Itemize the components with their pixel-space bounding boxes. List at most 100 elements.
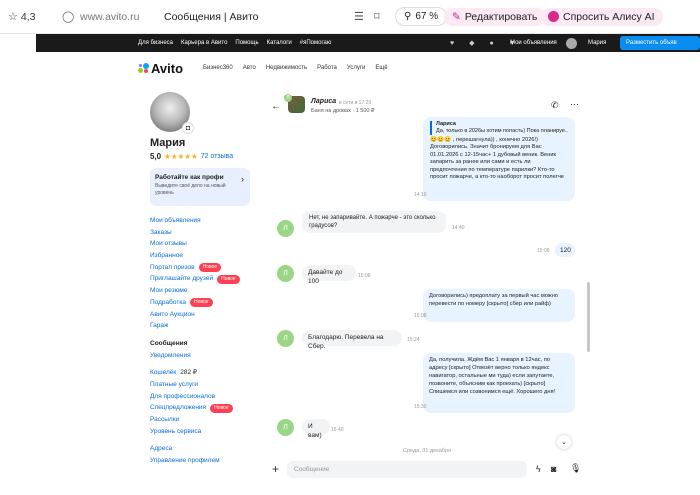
topnav-user[interactable]: Мария (566, 37, 614, 49)
post-ad-button[interactable]: Разместить объяв (620, 36, 700, 50)
sidebar-item-auction[interactable]: Авито Аукцион (150, 309, 260, 321)
sidebar-item-favorites[interactable]: Избранное (150, 250, 260, 262)
reader-icon[interactable]: ☰ (354, 10, 364, 23)
chevron-right-icon: › (241, 174, 244, 184)
sidebar-item-mailing[interactable]: Рассылки (150, 414, 260, 426)
sidebar-item-profile-settings[interactable]: Управление профилем (150, 455, 260, 467)
alice-button[interactable]: Спросить Алису AI (540, 7, 663, 26)
alice-icon (548, 11, 559, 22)
contact-name[interactable]: Лариса (311, 98, 336, 105)
message-outgoing[interactable]: 120 (555, 243, 575, 257)
sidebar-item-notifications[interactable]: Уведомления (150, 350, 260, 362)
chevron-down-icon: ⌄ (561, 439, 567, 446)
logo-link-realty[interactable]: Недвижимость (266, 65, 307, 71)
sidebar-item-service-level[interactable]: Уровень сервиса (150, 426, 260, 438)
message-outgoing[interactable]: Да, получила. Ждём Вас 1 января в 12час,… (423, 353, 575, 413)
plus-icon[interactable]: + (272, 462, 279, 476)
url-text[interactable]: www.avito.ru (80, 11, 140, 23)
logo-link-more[interactable]: Ещё (375, 65, 387, 71)
sender-avatar: Л (277, 419, 294, 436)
profile-sidebar: ◘ Мария 5,0 ★★★★★ 72 отзыва Работайте ка… (150, 92, 260, 467)
back-arrow-icon[interactable]: ← (271, 101, 281, 112)
message-incoming[interactable]: Благодарю. Перевела на Сбер. (302, 330, 402, 350)
chat-icon[interactable]: ● (490, 40, 494, 47)
message-time: 15:40 (331, 427, 344, 433)
heart-icon[interactable]: ♥ (450, 40, 454, 47)
logo-dots-icon (138, 62, 149, 74)
message-outgoing[interactable]: Лариса Да, только в 2026ы хотим попасть)… (423, 117, 575, 201)
message-input[interactable]: Сообщение (287, 461, 527, 478)
topnav-business[interactable]: Для бизнеса (138, 40, 173, 46)
scrollbar[interactable] (587, 282, 590, 352)
logo-row: Avito Бизнес360 Авто Недвижимость Работа… (138, 60, 398, 76)
sidebar-item-my-ads[interactable]: Мои объявления (150, 215, 260, 227)
sender-avatar: Л (277, 220, 294, 237)
message-time: 15:06 (537, 248, 550, 254)
new-badge: Новое (217, 274, 240, 284)
shield-icon[interactable]: ◯ (62, 10, 74, 23)
logo-link-biz[interactable]: Бизнес360 (203, 65, 233, 71)
browser-toolbar: ☆ 4,3 ◯ www.avito.ru Сообщения | Авито ☰… (0, 0, 700, 34)
sidebar-item-invite[interactable]: Приглашайте друзей Новое (150, 273, 260, 285)
message-incoming[interactable]: Давайте до 100 (302, 265, 356, 285)
sidebar-item-prizes[interactable]: Портал призов Новое (150, 262, 260, 274)
topnav-help[interactable]: Помощь (235, 40, 258, 46)
sidebar-item-pro[interactable]: Для профессионалов (150, 391, 260, 403)
new-badge: Новое (198, 263, 222, 273)
listing-title[interactable]: Баня на дровах · 1 500 ₽ (311, 108, 375, 114)
sidebar-item-special[interactable]: Спецпредложения Новое (150, 402, 260, 414)
microphone-icon[interactable]: 🎙 (570, 463, 581, 474)
phone-icon[interactable]: ✆ (551, 100, 559, 111)
profile-avatar[interactable]: ◘ (150, 92, 194, 134)
more-icon[interactable]: ⋯ (570, 99, 579, 110)
avito-logo[interactable]: Avito (138, 61, 193, 76)
logo-link-services[interactable]: Услуги (347, 65, 365, 71)
zoom-control[interactable]: ⚲ 67 % (395, 7, 448, 26)
sidebar-item-addresses[interactable]: Адреса (150, 443, 260, 455)
quoted-message[interactable]: Лариса Да, только в 2026ы хотим попасть)… (430, 121, 568, 135)
bell-icon[interactable]: ◆ (469, 39, 474, 47)
scroll-down-button[interactable]: ⌄ (557, 435, 571, 449)
search-icon: ⚲ (404, 11, 412, 22)
topnav-links: Для бизнеса Карьера в Авито Помощь Катал… (138, 40, 339, 46)
camera-icon[interactable]: ◙ (551, 464, 556, 474)
sender-avatar: Л (277, 265, 294, 282)
site-rating[interactable]: ☆ 4,3 (8, 10, 35, 24)
new-badge: Новое (189, 298, 213, 308)
sidebar-item-wallet[interactable]: Кошелёк 282 ₽ (150, 367, 260, 379)
rating-stars-icon: ★★★★★ (164, 152, 198, 161)
message-time: 14:10 (414, 192, 427, 198)
message-incoming[interactable]: И вам) (302, 419, 330, 439)
sidebar-item-parttime[interactable]: Подработка Новое (150, 297, 260, 309)
sidebar-item-resume[interactable]: Мои резюме (150, 285, 260, 297)
logo-link-auto[interactable]: Авто (243, 65, 256, 71)
sidebar-item-orders[interactable]: Заказы (150, 227, 260, 239)
topnav-my-ads[interactable]: Мои объявления (510, 40, 557, 46)
message-time: 15:08 (414, 313, 427, 319)
camera-icon[interactable]: ◘ (182, 122, 194, 134)
bookmark-icon[interactable]: ⌑ (374, 10, 380, 23)
star-icon: ☆ (8, 11, 18, 23)
sidebar-item-garage[interactable]: Гараж (150, 320, 260, 332)
sidebar-section-messages[interactable]: Сообщения (150, 338, 260, 350)
message-outgoing[interactable]: Договорились) предоплату за первый час м… (423, 289, 575, 322)
top-navigation: Для бизнеса Карьера в Авито Помощь Катал… (36, 34, 700, 52)
message-time: 14:40 (452, 225, 465, 231)
pro-promo-card[interactable]: Работайте как профи Выведите своё дело н… (150, 168, 250, 206)
message-time: 15:08 (358, 273, 371, 279)
topnav-career[interactable]: Карьера в Авито (181, 40, 227, 46)
lightning-icon[interactable]: ϟ (536, 464, 541, 474)
logo-link-work[interactable]: Работа (317, 65, 337, 71)
message-incoming[interactable]: Нет, не запаривайте. А пожарче - это ско… (302, 211, 446, 233)
topnav-help-tag[interactable]: #яПомогаю (300, 40, 332, 46)
sidebar-item-reviews[interactable]: Мои отзывы (150, 238, 260, 250)
reviews-link[interactable]: 72 отзыва (201, 153, 233, 160)
edit-button[interactable]: ✎ Редактировать (444, 7, 546, 26)
topnav-catalogs[interactable]: Каталоги (267, 40, 292, 46)
sidebar-item-paid[interactable]: Платные услуги (150, 379, 260, 391)
message-time: 15:24 (407, 337, 420, 343)
page-title: Сообщения | Авито (164, 10, 259, 23)
contact-avatar: Л (284, 94, 292, 102)
chat-panel: ← Л Лариса в сети в 17:29 Баня на дровах… (265, 92, 590, 495)
logo-text: Avito (151, 60, 184, 76)
